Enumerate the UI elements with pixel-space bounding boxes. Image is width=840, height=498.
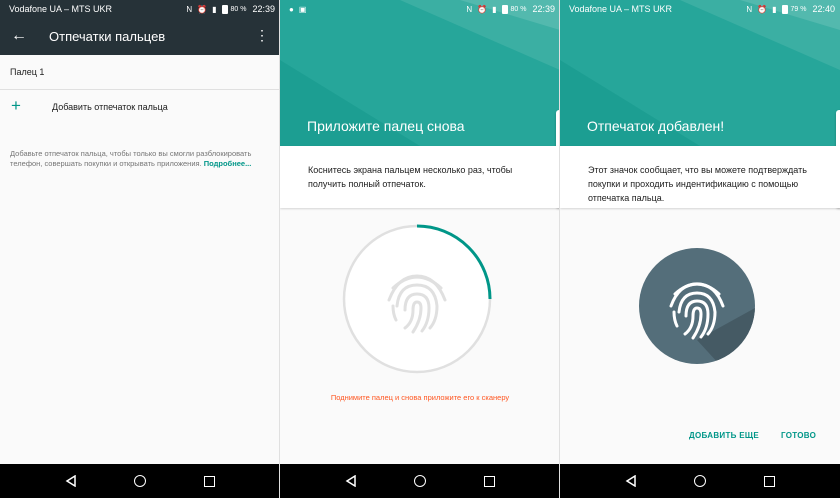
header: Vodafone UA – MTS UKR N ⏰ ▮ 79 % 22:40 О… xyxy=(560,0,840,146)
battery-icon xyxy=(781,4,788,14)
status-bar: ● ▣ N ⏰ ▮ 80 % 22:39 xyxy=(280,0,560,18)
alarm-icon: ⏰ xyxy=(477,4,488,14)
nav-home-icon[interactable] xyxy=(134,475,147,487)
carrier-label: Vodafone UA – MTS UKR xyxy=(9,4,113,14)
learn-more-link[interactable]: Подробнее... xyxy=(204,159,252,168)
plus-icon: + xyxy=(11,96,21,115)
alarm-icon: ⏰ xyxy=(757,4,768,14)
battery-icon xyxy=(221,4,228,14)
header: ● ▣ N ⏰ ▮ 80 % 22:39 Приложите палец сно… xyxy=(280,0,560,146)
clock: 22:39 xyxy=(252,4,275,14)
more-vert-icon[interactable]: ⋮ xyxy=(255,28,269,42)
nav-recents-icon[interactable] xyxy=(484,475,496,487)
nav-recents-icon[interactable] xyxy=(764,475,776,487)
arrow-left-icon[interactable]: ← xyxy=(11,28,27,44)
clock: 22:39 xyxy=(532,4,555,14)
done-button[interactable]: ГОТОВО xyxy=(781,431,816,440)
nfc-icon: N xyxy=(466,4,473,14)
page-title: Отпечатки пальцев xyxy=(49,29,166,44)
fingerprint-badge xyxy=(639,248,755,364)
battery-icon xyxy=(501,4,508,14)
panel-divider xyxy=(279,0,280,498)
fingerprint-added-screen: Vodafone UA – MTS UKR N ⏰ ▮ 79 % 22:40 О… xyxy=(560,0,840,498)
instruction-text: Коснитесь экрана пальцем несколько раз, … xyxy=(308,165,513,189)
fingerprint-description: Добавьте отпечаток пальца, чтобы только … xyxy=(10,149,255,169)
page-title: Отпечаток добавлен! xyxy=(587,118,725,134)
battery-percent: 80 % xyxy=(230,5,247,13)
nav-back-icon[interactable] xyxy=(625,475,637,487)
signal-icon: ▮ xyxy=(772,4,777,14)
nfc-icon: N xyxy=(186,4,193,14)
add-more-button[interactable]: ДОБАВИТЬ ЕЩЕ xyxy=(689,431,759,440)
carrier-label: Vodafone UA – MTS UKR xyxy=(569,4,673,14)
instruction-card: Коснитесь экрана пальцем несколько раз, … xyxy=(280,146,560,208)
status-bar: Vodafone UA – MTS UKR N ⏰ ▮ 79 % 22:40 xyxy=(560,0,840,18)
signal-icon: ▮ xyxy=(492,4,497,14)
page-title: Приложите палец снова xyxy=(307,118,465,134)
nav-recents-icon[interactable] xyxy=(204,475,216,487)
add-fingerprint-label: Добавить отпечаток пальца xyxy=(52,102,168,112)
nav-home-icon[interactable] xyxy=(694,475,707,487)
battery-percent: 79 % xyxy=(790,5,807,13)
navigation-bar xyxy=(0,464,280,498)
enroll-fingerprint-screen: ● ▣ N ⏰ ▮ 80 % 22:39 Приложите палец сно… xyxy=(280,0,560,498)
messenger-icon: ● xyxy=(289,4,294,14)
image-icon: ▣ xyxy=(298,4,307,14)
navigation-bar xyxy=(280,464,560,498)
fingerprint-name: Палец 1 xyxy=(10,67,45,77)
signal-icon: ▮ xyxy=(212,4,217,14)
app-bar: Vodafone UA – MTS UKR N ⏰ ▮ 80 % 22:39 ←… xyxy=(0,0,280,55)
nfc-icon: N xyxy=(746,4,753,14)
info-card: Этот значок сообщает, что вы можете подт… xyxy=(560,146,840,208)
info-text: Этот значок сообщает, что вы можете подт… xyxy=(588,165,807,203)
battery-percent: 80 % xyxy=(510,5,527,13)
clock: 22:40 xyxy=(812,4,835,14)
nav-back-icon[interactable] xyxy=(345,475,357,487)
scan-progress-ring xyxy=(342,224,492,374)
status-bar: Vodafone UA – MTS UKR N ⏰ ▮ 80 % 22:39 xyxy=(0,0,280,18)
fingerprints-settings-screen: Vodafone UA – MTS UKR N ⏰ ▮ 80 % 22:39 ←… xyxy=(0,0,280,498)
fingerprint-list-item[interactable]: Палец 1 xyxy=(0,55,280,90)
warning-message: Поднимите палец и снова приложите его к … xyxy=(330,393,510,402)
alarm-icon: ⏰ xyxy=(197,4,208,14)
panel-divider xyxy=(559,0,560,498)
nav-back-icon[interactable] xyxy=(65,475,77,487)
nav-home-icon[interactable] xyxy=(414,475,427,487)
add-fingerprint-button[interactable]: + Добавить отпечаток пальца xyxy=(0,90,280,125)
navigation-bar xyxy=(560,464,840,498)
